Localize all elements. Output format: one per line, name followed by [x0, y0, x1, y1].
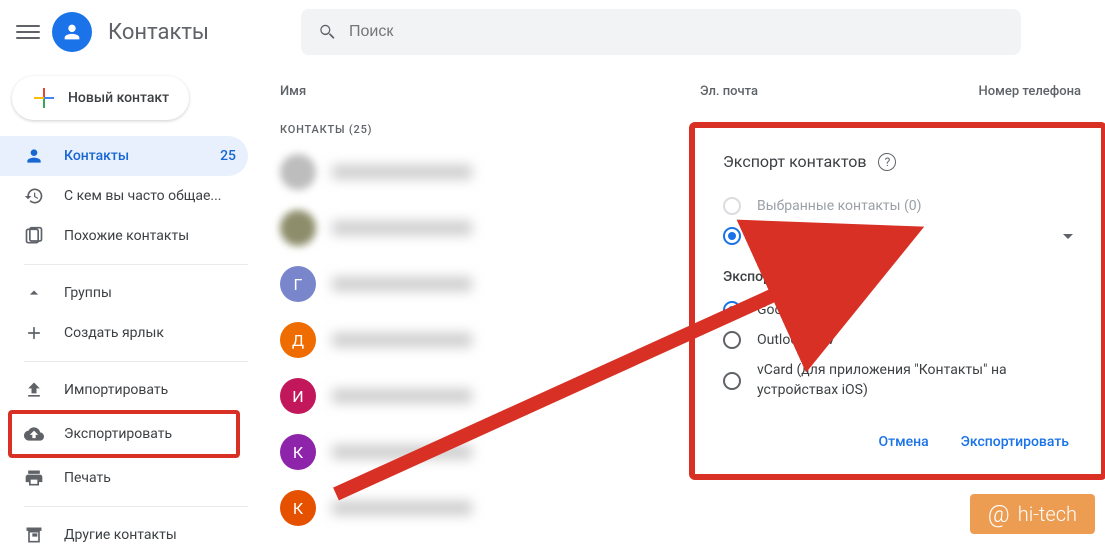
search-input[interactable] — [349, 23, 1005, 41]
radio-label: Outlook CSV — [757, 332, 835, 348]
export-dialog-highlight: Экспорт контактов ? Выбранные контакты (… — [689, 122, 1105, 480]
sidebar-item-frequent[interactable]: С кем вы часто общае... — [0, 176, 248, 216]
history-icon — [24, 186, 44, 206]
sidebar-item-count: 25 — [220, 148, 236, 164]
radio-selected-contacts: Выбранные контакты (0) — [723, 191, 1073, 221]
sidebar-item-label: Контакты — [64, 148, 200, 164]
column-name: Имя — [280, 84, 700, 99]
sidebar-item-label: Экспортировать — [64, 426, 224, 442]
radio-icon — [723, 227, 741, 245]
divider — [24, 361, 248, 362]
sidebar-item-other[interactable]: Другие контакты — [0, 515, 248, 548]
cloud-upload-icon — [24, 424, 44, 444]
contact-name-blurred — [332, 445, 472, 459]
print-icon — [24, 468, 44, 488]
avatar — [280, 154, 316, 190]
sidebar-item-label: С кем вы часто общае... — [64, 188, 236, 204]
chevron-up-icon — [24, 283, 44, 303]
contact-name-blurred — [332, 333, 472, 347]
sidebar-item-groups[interactable]: Группы — [0, 273, 248, 313]
person-icon — [24, 146, 44, 166]
plus-icon — [32, 86, 56, 110]
export-highlight: Экспортировать — [8, 410, 240, 458]
dialog-actions: Отмена Экспортировать — [723, 426, 1073, 458]
avatar: К — [280, 434, 316, 470]
dialog-title-text: Экспорт контактов — [723, 152, 866, 171]
divider — [24, 264, 248, 265]
column-email: Эл. почта — [700, 84, 920, 99]
contact-name-blurred — [332, 389, 472, 403]
radio-outlook-csv[interactable]: Outlook CSV — [723, 325, 1073, 355]
radio-icon — [723, 372, 741, 390]
sidebar-item-label: Другие контакты — [64, 527, 236, 543]
radio-label: Контакты (25) — [757, 228, 850, 244]
sidebar-item-import[interactable]: Импортировать — [0, 370, 248, 410]
sidebar: Новый контакт Контакты 25 С кем вы часто… — [0, 64, 256, 548]
radio-google-csv[interactable]: Google CSV — [723, 295, 1073, 325]
plus-small-icon — [24, 323, 44, 343]
contact-name-blurred — [332, 277, 472, 291]
sidebar-item-create-label[interactable]: Создать ярлык — [0, 313, 248, 353]
chevron-down-icon[interactable] — [1063, 234, 1073, 239]
contact-name-blurred — [332, 165, 472, 179]
divider — [24, 506, 248, 507]
sidebar-item-label: Импортировать — [64, 382, 236, 398]
app-logo — [52, 12, 92, 52]
export-button[interactable]: Экспортировать — [957, 426, 1073, 458]
avatar — [280, 210, 316, 246]
search-bar[interactable] — [301, 9, 1021, 55]
list-header: Имя Эл. почта Номер телефона — [272, 72, 1089, 111]
new-contact-button[interactable]: Новый контакт — [12, 76, 189, 120]
contact-name-blurred — [332, 501, 472, 515]
radio-icon — [723, 197, 741, 215]
radio-icon — [723, 301, 741, 319]
new-contact-label: Новый контакт — [68, 90, 169, 106]
upload-icon — [24, 380, 44, 400]
export-dialog: Экспорт контактов ? Выбранные контакты (… — [699, 132, 1097, 470]
column-phone: Номер телефона — [920, 84, 1081, 99]
radio-icon — [723, 331, 741, 349]
help-icon[interactable]: ? — [878, 153, 896, 171]
sidebar-item-label: Похожие контакты — [64, 228, 236, 244]
sidebar-item-contacts[interactable]: Контакты 25 — [0, 136, 248, 176]
table-row[interactable]: К — [272, 480, 1089, 536]
avatar: И — [280, 378, 316, 414]
cancel-button[interactable]: Отмена — [874, 426, 932, 458]
archive-icon — [24, 525, 44, 545]
radio-vcard[interactable]: vCard (для приложения "Контакты" на устр… — [723, 355, 1073, 406]
sidebar-item-export[interactable]: Экспортировать — [12, 414, 236, 454]
contact-name-blurred — [332, 221, 472, 235]
dialog-title: Экспорт контактов ? — [723, 152, 1073, 171]
avatar: К — [280, 490, 316, 526]
sidebar-item-label: Группы — [64, 285, 236, 301]
app-title: Контакты — [108, 20, 209, 45]
radio-contacts[interactable]: Контакты (25) — [723, 221, 1073, 251]
main-content: Имя Эл. почта Номер телефона КОНТАКТЫ (2… — [256, 64, 1105, 548]
sidebar-item-label: Создать ярлык — [64, 325, 236, 341]
sidebar-item-merge[interactable]: Похожие контакты — [0, 216, 248, 256]
radio-label: Выбранные контакты (0) — [757, 198, 922, 214]
radio-label: Google CSV — [757, 302, 831, 318]
export-as-label: Экспортировать как — [723, 269, 1073, 285]
sidebar-item-label: Печать — [64, 470, 236, 486]
avatar: Д — [280, 322, 316, 358]
menu-icon[interactable] — [16, 20, 40, 44]
app-header: Контакты — [0, 0, 1105, 64]
search-icon — [317, 22, 337, 42]
sidebar-item-print[interactable]: Печать — [0, 458, 248, 498]
radio-label: vCard (для приложения "Контакты" на устр… — [757, 361, 1073, 400]
watermark: @hi-tech — [970, 494, 1095, 534]
merge-icon — [24, 226, 44, 246]
avatar: Г — [280, 266, 316, 302]
